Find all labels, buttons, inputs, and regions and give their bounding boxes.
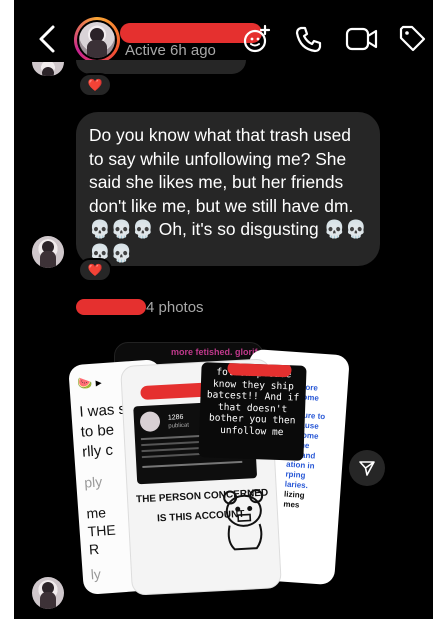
tag-icon[interactable]: [397, 24, 427, 54]
back-icon[interactable]: [36, 24, 60, 54]
sender-avatar[interactable]: [32, 577, 64, 609]
video-icon[interactable]: [345, 24, 379, 54]
share-button[interactable]: [349, 450, 385, 486]
photo-text-card[interactable]: follow please know they ship batcest!! A…: [198, 362, 307, 461]
effects-icon[interactable]: [242, 24, 272, 54]
redaction: [227, 362, 292, 378]
emoji-sticker: 🍉 ▸: [76, 375, 103, 391]
sender-avatar[interactable]: [32, 236, 64, 268]
previous-message-bubble: [76, 60, 246, 74]
bear-doodle-icon: [223, 489, 264, 551]
sender-name-redacted: [76, 299, 146, 315]
heart-reaction[interactable]: ❤️: [78, 258, 112, 282]
chat-screen: Active 6h ago ❤️ Do you know what that t…: [14, 0, 433, 619]
username-redacted[interactable]: [120, 23, 262, 43]
active-status: Active 6h ago: [125, 42, 216, 59]
contact-avatar[interactable]: [74, 17, 120, 63]
heart-reaction[interactable]: ❤️: [78, 73, 112, 97]
call-icon[interactable]: [294, 24, 324, 54]
message-text: Do you know what that trash used to say …: [89, 125, 367, 263]
photos-count: 4 photos: [146, 299, 204, 316]
message-bubble[interactable]: Do you know what that trash used to say …: [76, 112, 380, 266]
send-icon: [359, 461, 375, 476]
heart-icon: ❤️: [87, 78, 103, 92]
heart-icon: ❤️: [87, 263, 103, 277]
